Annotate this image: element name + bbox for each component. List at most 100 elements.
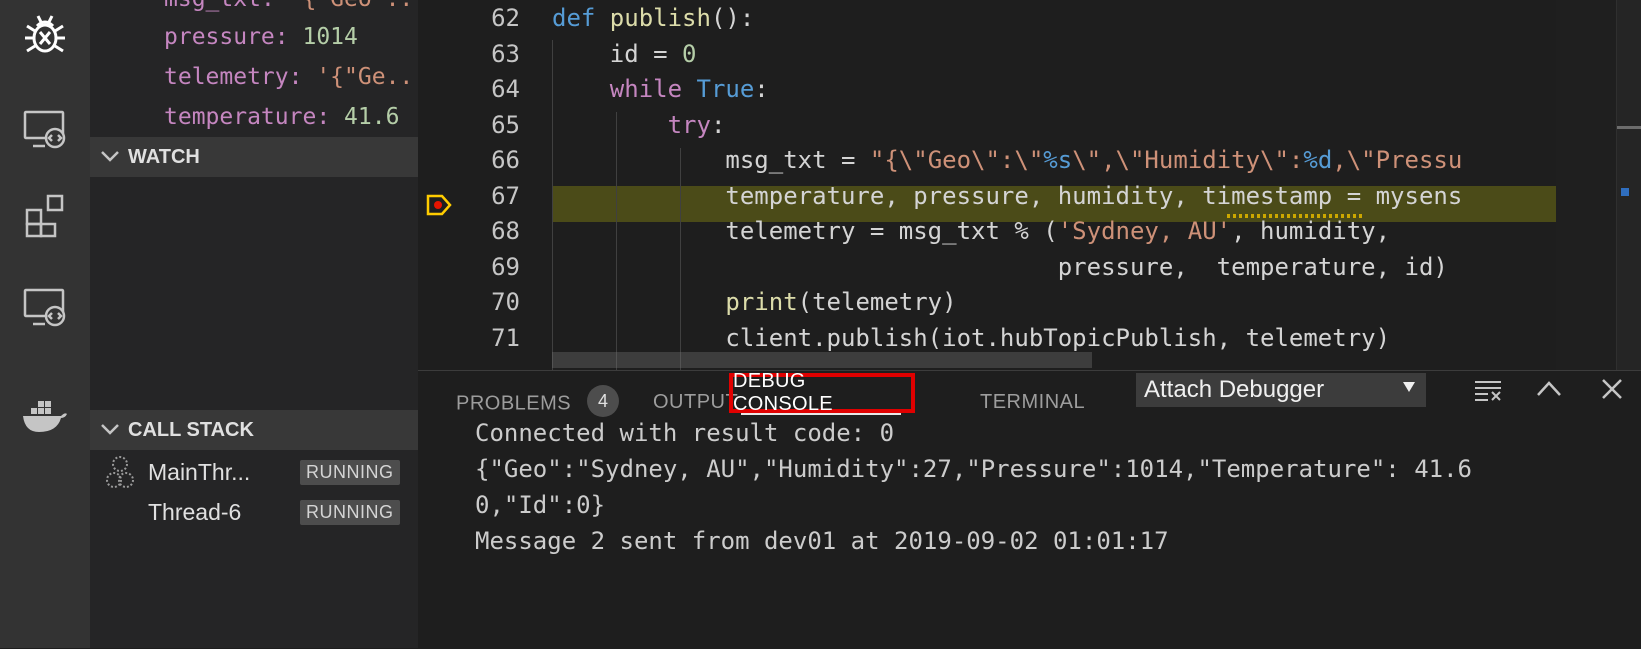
debug-config-dropdown[interactable]: Attach Debugger — [1136, 373, 1426, 407]
close-icon[interactable] — [1601, 378, 1623, 405]
code-token: True — [696, 75, 755, 103]
debug-side-panel: msg_txt: '{"Geo"... pressure: 1014 telem… — [90, 0, 418, 648]
problems-count-badge: 4 — [587, 385, 620, 417]
thread-item[interactable]: Thread-6 RUNNING — [90, 492, 418, 532]
tab-output[interactable]: OUTPUT — [653, 391, 738, 414]
thread-state-badge: RUNNING — [300, 499, 400, 525]
tab-output-label: OUTPUT — [653, 391, 739, 413]
watch-title: WATCH — [128, 145, 200, 168]
remote-explorer-icon[interactable] — [15, 100, 75, 160]
tab-terminal-label: TERMINAL — [980, 391, 1086, 413]
variable-pressure[interactable]: pressure: 1014 — [164, 24, 358, 50]
variable-sep: : — [274, 24, 303, 50]
code-token: 0 — [682, 39, 697, 68]
minimap[interactable] — [1556, 0, 1616, 370]
code-token: id = — [552, 39, 683, 68]
chevron-down-icon — [100, 146, 122, 169]
code-token: telemetry = msg_txt % ( — [552, 217, 1058, 245]
code-token: \",\"Humidity\": — [1072, 146, 1304, 174]
line-number: 69 — [491, 252, 520, 281]
code-token: : — [710, 110, 726, 139]
code-token: 'Sydney, AU' — [1057, 217, 1232, 245]
extensions-icon[interactable] — [15, 186, 75, 246]
variable-temperature[interactable]: temperature: 41.6 — [164, 104, 399, 130]
console-line: Message 2 sent from dev01 at 2019-09-02 … — [475, 527, 1169, 555]
code-line: print(telemetry) — [552, 288, 957, 316]
variable-sep: : — [316, 104, 345, 130]
breakpoint-stopped-icon[interactable] — [426, 194, 452, 221]
variable-telemetry[interactable]: telemetry: '{"Ge... — [164, 64, 418, 90]
callstack-title: CALL STACK — [128, 418, 254, 441]
tab-debug-console-label: DEBUG CONSOLE — [733, 370, 833, 415]
code-token: client.publish(iot.hubTopicPublish, tele… — [552, 323, 1391, 352]
callstack-section-header[interactable]: CALL STACK — [90, 410, 418, 450]
dropdown-selected-value: Attach Debugger — [1144, 376, 1325, 403]
code-token: publish — [609, 4, 711, 32]
thread-item[interactable]: MainThr... RUNNING — [90, 452, 418, 492]
console-line: {"Geo":"Sydney, AU","Humidity":27,"Press… — [475, 455, 1472, 483]
scrollbar-marker — [1617, 126, 1641, 129]
line-number: 71 — [491, 323, 520, 352]
tab-debug-console[interactable]: DEBUG CONSOLE — [729, 370, 915, 415]
vertical-scrollbar[interactable] — [1616, 0, 1641, 370]
code-editor[interactable]: 62 63 64 65 66 67 68 69 70 71 def publish(): id =… — [418, 0, 1641, 370]
code-token: "{\"Geo\":\" — [869, 146, 1044, 174]
active-tab-underline — [741, 413, 901, 415]
clear-console-icon[interactable] — [1474, 379, 1504, 406]
line-number: 64 — [491, 75, 520, 103]
tab-terminal[interactable]: TERMINAL — [980, 391, 1085, 414]
code-token: : — [754, 75, 769, 103]
variable-key: telemetry — [164, 64, 289, 90]
code-token: try — [667, 110, 711, 139]
variable-value: '{"Ge... — [316, 64, 418, 90]
activity-bar — [0, 0, 90, 648]
line-number: 70 — [491, 288, 520, 316]
code-token: def — [552, 4, 610, 32]
code-line: pressure, temperature, id) — [552, 253, 1448, 281]
code-line: def publish(): — [552, 4, 754, 32]
code-token: while — [609, 75, 697, 103]
chevron-down-icon — [100, 419, 122, 442]
code-token: pressure, temperature, id) — [552, 252, 1448, 281]
thread-name: Thread-6 — [148, 498, 242, 525]
line-number: 66 — [491, 146, 520, 174]
line-number: 65 — [491, 110, 520, 139]
code-token: print — [725, 288, 798, 316]
docker-icon[interactable] — [15, 388, 75, 448]
code-line: id = 0 — [552, 40, 697, 68]
code-token: temperature, pressure, humidity, timesta… — [552, 181, 1463, 210]
thread-state-badge: RUNNING — [300, 459, 400, 485]
tab-problems[interactable]: PROBLEMS 4 — [456, 385, 620, 417]
code-token: , humidity, — [1231, 217, 1391, 245]
console-line: Connected with result code: 0 — [475, 419, 895, 447]
variable-key: pressure — [164, 24, 275, 50]
code-line: while True: — [552, 75, 769, 103]
variable-sep: : — [261, 0, 289, 12]
variable-msg-txt[interactable]: msg_txt: '{"Geo"... — [164, 0, 418, 12]
debug-icon[interactable] — [15, 4, 75, 64]
horizontal-scrollbar[interactable] — [552, 352, 1092, 368]
chevron-up-icon[interactable] — [1536, 379, 1562, 404]
variable-key: temperature — [164, 104, 317, 130]
tab-problems-label: PROBLEMS — [456, 392, 572, 415]
console-line: 0,"Id":0} — [475, 491, 606, 519]
bottom-panel: PROBLEMS 4 OUTPUT DEBUG CONSOLE TERMINAL… — [418, 370, 1641, 649]
scrollbar-marker — [1621, 188, 1629, 196]
dropdown-caret-icon — [1402, 380, 1416, 398]
line-number: 62 — [491, 4, 520, 32]
line-number: 68 — [491, 217, 520, 245]
code-token: (telemetry) — [797, 288, 957, 316]
variable-key: msg_txt — [164, 0, 261, 12]
line-number: 63 — [491, 39, 520, 68]
watch-section-header[interactable]: WATCH — [90, 137, 418, 177]
line-number: 67 — [491, 181, 520, 210]
remote-explorer-icon-2[interactable] — [15, 278, 75, 338]
code-token: (): — [710, 4, 755, 32]
variable-sep: : — [288, 64, 317, 90]
code-line: temperature, pressure, humidity, timesta… — [552, 182, 1462, 210]
code-token: msg_txt = — [552, 146, 870, 174]
code-line: client.publish(iot.hubTopicPublish, tele… — [552, 324, 1390, 352]
